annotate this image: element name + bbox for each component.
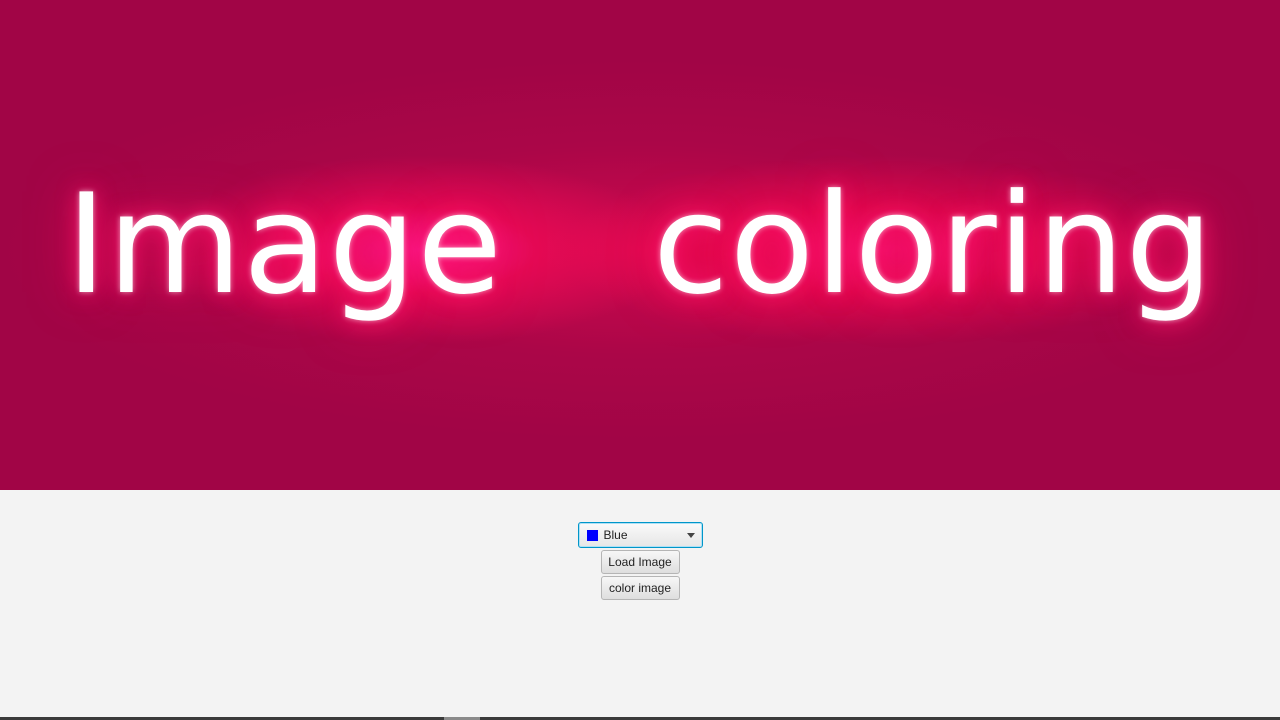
controls-panel: Blue Load Image color image <box>0 522 1280 600</box>
load-image-button[interactable]: Load Image <box>600 550 680 574</box>
chevron-down-icon <box>686 532 695 538</box>
app-window: Image coloring Blue Load Image color ima… <box>0 0 1280 720</box>
color-image-button[interactable]: color image <box>600 576 680 600</box>
color-select[interactable]: Blue <box>577 522 703 548</box>
image-view: Image coloring <box>0 0 1280 490</box>
color-swatch <box>586 529 598 541</box>
color-select-label: Blue <box>603 528 628 542</box>
image-text: Image coloring <box>65 164 1215 325</box>
